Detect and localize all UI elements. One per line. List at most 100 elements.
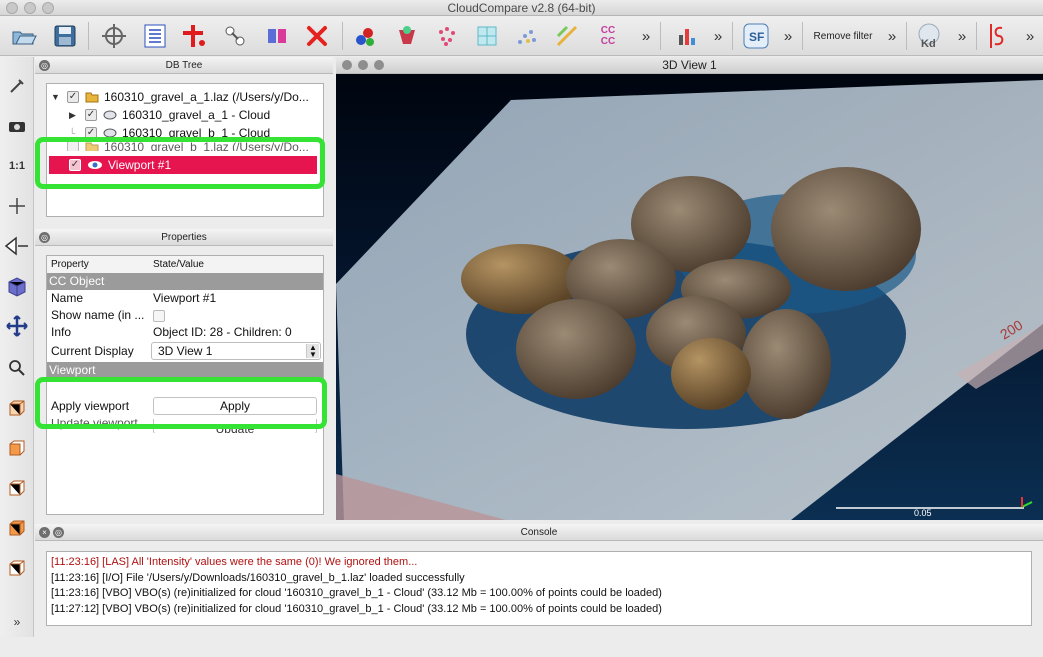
apply-viewport-button[interactable]: Apply xyxy=(153,397,317,415)
tree-item[interactable]: └ ✓ 160310_gravel_b_1 - Cloud xyxy=(69,124,270,142)
view-top-icon[interactable] xyxy=(4,395,30,421)
merge-icon[interactable] xyxy=(262,22,292,50)
console-title: Console xyxy=(520,527,558,538)
axis-y-icon xyxy=(1021,501,1033,508)
scatter-icon[interactable] xyxy=(512,22,542,50)
toolbar-overflow-5[interactable]: » xyxy=(954,22,970,50)
window-titlebar: CloudCompare v2.8 (64-bit) xyxy=(0,0,1043,16)
sample-icon[interactable] xyxy=(432,22,462,50)
save-icon[interactable] xyxy=(50,22,80,50)
center-icon[interactable] xyxy=(4,193,30,219)
view-minimize-button[interactable] xyxy=(358,60,368,70)
camera-icon[interactable] xyxy=(4,113,30,139)
section-label: Viewport xyxy=(49,363,96,377)
open-icon[interactable] xyxy=(8,22,40,50)
pan-icon[interactable] xyxy=(4,313,30,339)
tree-item[interactable]: 160310_gravel_b_1.laz (/Users/y/Do... xyxy=(51,142,309,151)
rock xyxy=(516,299,636,399)
cc-icon[interactable]: CC CC xyxy=(594,22,622,50)
visibility-checkbox[interactable]: ✓ xyxy=(85,109,97,121)
view-toolbar: 1:1 » xyxy=(0,57,34,637)
view-front-icon[interactable] xyxy=(4,435,30,461)
remove-filter-button[interactable]: Remove filter xyxy=(810,22,876,50)
close-console-icon[interactable]: × xyxy=(39,527,50,538)
transform-icon[interactable] xyxy=(220,22,250,50)
zoom-icon[interactable] xyxy=(4,355,30,381)
pick-icon[interactable] xyxy=(4,73,30,99)
view-left-icon[interactable] xyxy=(4,475,30,501)
property-row-showname: Show name (in ... xyxy=(47,307,323,324)
viewport-eye-icon xyxy=(88,161,102,169)
property-row-apply: Apply viewport Apply xyxy=(47,396,323,416)
property-value[interactable]: Viewport #1 xyxy=(153,290,216,307)
point-cloud-render[interactable]: 200 0.05 xyxy=(336,74,1043,520)
cube-view-icon[interactable] xyxy=(4,273,30,299)
view-zoom-button[interactable] xyxy=(374,60,384,70)
property-key: Info xyxy=(51,325,72,339)
float-panel-icon[interactable]: ◎ xyxy=(39,232,50,243)
float-panel-icon[interactable]: ◎ xyxy=(39,60,50,71)
perspective-icon[interactable] xyxy=(4,233,30,259)
chevron-updown-icon: ▲ ▼ xyxy=(306,344,319,359)
visibility-checkbox[interactable]: ✓ xyxy=(69,159,81,171)
property-key: Show name (in ... xyxy=(51,308,145,322)
more-tools-icon[interactable]: » xyxy=(4,609,30,635)
list-icon[interactable] xyxy=(140,22,170,50)
main-toolbar: CC CC » » SF » Remove filter » Kd » » xyxy=(0,16,1043,56)
cross-section-icon[interactable] xyxy=(178,22,210,50)
toolbar-overflow-1[interactable]: » xyxy=(638,22,654,50)
property-key: Apply viewport xyxy=(51,399,130,413)
view-back-icon[interactable] xyxy=(4,515,30,541)
view3d-header: 3D View 1 xyxy=(336,57,1043,74)
svg-text:SF: SF xyxy=(749,30,764,44)
toolbar-overflow-2[interactable]: » xyxy=(710,22,726,50)
segment-icon[interactable] xyxy=(350,22,380,50)
window-title: CloudCompare v2.8 (64-bit) xyxy=(447,1,596,15)
section-cc-object: CC Object xyxy=(47,273,323,290)
histogram-icon[interactable] xyxy=(672,22,702,50)
view-iso-icon[interactable] xyxy=(4,555,30,581)
property-key: Name xyxy=(51,291,84,305)
rgb-icon[interactable] xyxy=(392,22,422,50)
delete-icon[interactable] xyxy=(302,22,332,50)
rock xyxy=(671,338,751,410)
db-tree[interactable]: ▼ ✓ 160310_gravel_a_1.laz (/Users/y/Do..… xyxy=(46,83,324,217)
col-property: Property xyxy=(51,259,89,270)
3d-viewport[interactable]: 200 0.05 xyxy=(336,74,1043,520)
ls-icon[interactable] xyxy=(984,22,1008,50)
dbtree-title: DB Tree xyxy=(165,60,203,71)
expand-arrow-icon[interactable]: ▼ xyxy=(51,92,61,102)
tree-item[interactable]: ▶ ✓ 160310_gravel_a_1 - Cloud xyxy=(69,106,270,124)
view3d-title: 3D View 1 xyxy=(662,58,717,72)
toolbar-overflow-6[interactable]: » xyxy=(1022,22,1038,50)
properties-table: Property State/Value CC Object Name View… xyxy=(46,255,324,515)
toolbar-overflow-4[interactable]: » xyxy=(884,22,900,50)
zoom-1to1-button[interactable]: 1:1 xyxy=(4,153,30,179)
select-value: 3D View 1 xyxy=(158,344,213,358)
visibility-checkbox[interactable]: ✓ xyxy=(67,91,79,103)
tree-item-label: 160310_gravel_a_1.laz (/Users/y/Do... xyxy=(104,90,309,104)
console-log[interactable]: [11:23:16] [LAS] All 'Intensity' values … xyxy=(46,551,1032,626)
sf-tools-icon[interactable]: SF xyxy=(740,22,772,50)
update-viewport-button[interactable]: Update xyxy=(153,419,317,433)
float-console-icon[interactable]: ◎ xyxy=(53,527,64,538)
property-row-name: Name Viewport #1 xyxy=(47,290,323,307)
svg-text:Kd: Kd xyxy=(921,38,936,50)
show-name-checkbox[interactable] xyxy=(153,310,165,322)
view-close-button[interactable] xyxy=(342,60,352,70)
col-value: State/Value xyxy=(153,259,204,270)
kd-icon[interactable]: Kd xyxy=(914,22,944,50)
tree-item[interactable]: ▼ ✓ 160310_gravel_a_1.laz (/Users/y/Do..… xyxy=(51,88,309,106)
visibility-checkbox[interactable]: ✓ xyxy=(85,127,97,139)
current-display-select[interactable]: 3D View 1 ▲ ▼ xyxy=(151,342,321,360)
folder-icon xyxy=(85,92,99,103)
sf-icon[interactable] xyxy=(552,22,582,50)
octree-icon[interactable] xyxy=(472,22,502,50)
console-line: [11:27:12] [VBO] VBO(s) (re)initialized … xyxy=(51,602,662,615)
tree-item-selected[interactable]: ✓ Viewport #1 xyxy=(49,156,317,174)
properties-header: ◎ Properties xyxy=(35,229,333,246)
toolbar-overflow-3[interactable]: » xyxy=(780,22,796,50)
clipping-icon[interactable] xyxy=(98,22,130,50)
collapse-arrow-icon[interactable]: ▶ xyxy=(69,110,79,121)
visibility-checkbox[interactable] xyxy=(67,142,79,151)
